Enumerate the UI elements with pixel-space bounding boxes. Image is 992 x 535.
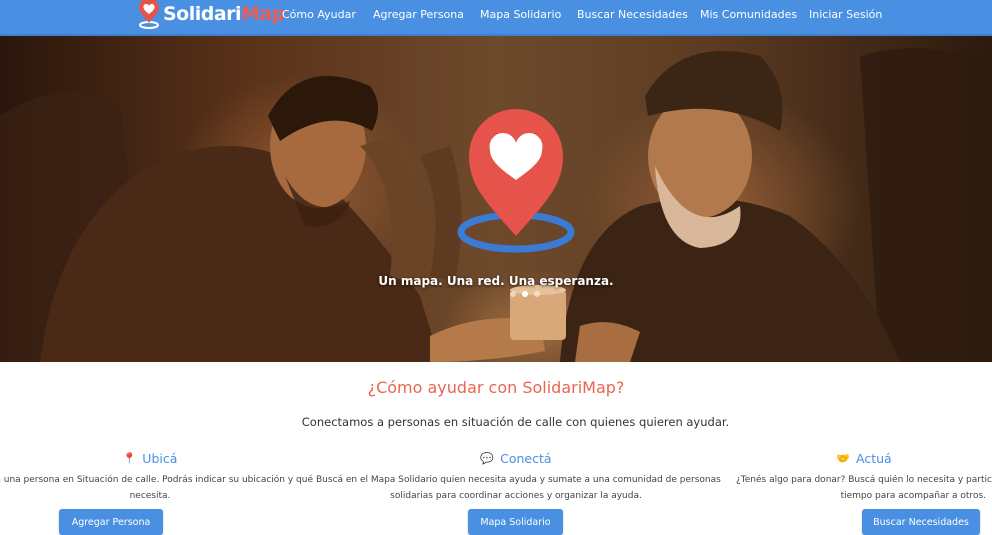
carousel-dot-3[interactable] (534, 291, 540, 297)
feature-conecta-heading: 💬 Conectá (316, 450, 716, 466)
feature-ubica-title: Ubicá (142, 450, 178, 466)
feature-ubica-text: a a una persona en Situación de calle. P… (0, 472, 320, 504)
feature-conecta-line-1: Buscá en el Mapa Solidario quien necesit… (316, 475, 721, 485)
carousel-dot-2[interactable] (522, 291, 528, 297)
handshake-icon: 🤝 (836, 451, 850, 465)
agregar-persona-button[interactable]: Agregar Persona (59, 509, 163, 535)
feature-actua-title: Actuá (856, 450, 892, 466)
nav-item-mapa-solidario[interactable]: Mapa Solidario (480, 8, 561, 21)
feature-actua-heading: 🤝 Actuá (736, 450, 992, 466)
nav-item-como-ayudar[interactable]: Cómo Ayudar (282, 8, 356, 21)
nav-item-buscar-necesidades[interactable]: Buscar Necesidades (577, 8, 688, 21)
brand-name: SolidariMap (163, 3, 285, 25)
buscar-necesidades-button[interactable]: Buscar Necesidades (862, 509, 980, 535)
brand-name-part-2: Map (241, 3, 285, 25)
section-title: ¿Cómo ayudar con SolidariMap? (367, 378, 625, 397)
brand-logo[interactable]: SolidariMap (137, 0, 285, 30)
feature-conecta-title: Conectá (500, 450, 552, 466)
feature-actua-line-1: ¿Tenés algo para donar? Buscá quién lo n… (736, 475, 992, 485)
nav-item-mis-comunidades[interactable]: Mis Comunidades (700, 8, 797, 21)
feature-ubica-heading: 📍 Ubicá (0, 450, 320, 466)
top-navbar: SolidariMap Cómo Ayudar Agregar Persona … (0, 0, 992, 36)
speech-bubble-icon: 💬 (480, 451, 495, 465)
section-subtitle: Conectamos a personas en situación de ca… (301, 415, 730, 429)
hero-carousel[interactable]: Un mapa. Una red. Una esperanza. (0, 36, 992, 362)
feature-ubica-line-2: necesita. (129, 491, 171, 501)
nav-item-iniciar-sesion[interactable]: Iniciar Sesión (809, 8, 882, 21)
carousel-indicators (510, 291, 540, 297)
heart-location-pin-icon (457, 109, 575, 253)
feature-actua: 🤝 Actuá ¿Tenés algo para donar? Buscá qu… (736, 450, 992, 504)
heart-pin-icon (137, 0, 161, 29)
carousel-dot-1[interactable] (510, 291, 516, 297)
feature-ubica: 📍 Ubicá a a una persona en Situación de … (0, 450, 320, 504)
brand-name-part-1: Solidari (163, 3, 242, 25)
mapa-solidario-button[interactable]: Mapa Solidario (468, 509, 563, 535)
feature-conecta-text: Buscá en el Mapa Solidario quien necesit… (316, 472, 721, 504)
feature-ubica-line-1: a a una persona en Situación de calle. P… (0, 475, 313, 485)
nav-item-agregar-persona[interactable]: Agregar Persona (373, 8, 464, 21)
feature-actua-text: ¿Tenés algo para donar? Buscá quién lo n… (736, 472, 992, 504)
feature-actua-line-2: tiempo para acompañar a otros. (840, 491, 986, 501)
feature-conecta-line-2: solidarias para coordinar acciones y org… (390, 491, 642, 501)
hero-caption: Un mapa. Una red. Una esperanza. (378, 274, 614, 288)
feature-conecta: 💬 Conectá Buscá en el Mapa Solidario qui… (316, 450, 721, 504)
pin-icon: 📍 (122, 451, 137, 465)
